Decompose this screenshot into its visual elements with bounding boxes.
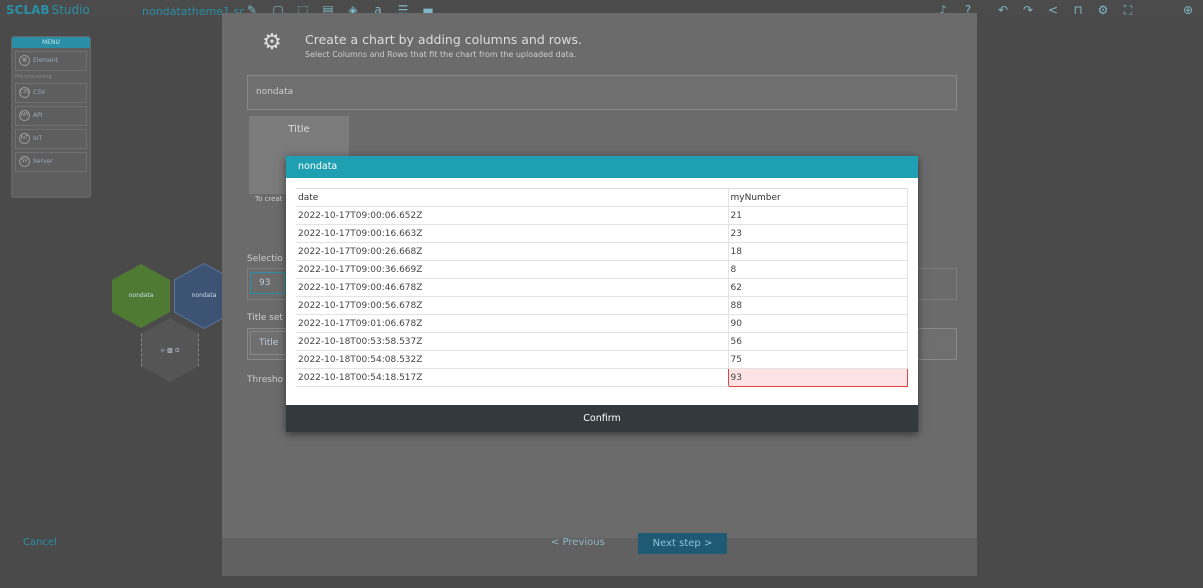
wizard-subtitle: Select Columns and Rows that fit the cha… <box>305 50 577 59</box>
side-menu: MENU ▦ Element Pre-processing CSV CSV AP… <box>11 36 91 198</box>
cell-value-selected[interactable]: 93 <box>727 368 908 387</box>
table-row[interactable]: 2022-10-17T09:00:16.663Z 23 <box>296 224 908 243</box>
cell-date[interactable]: 2022-10-17T09:00:16.663Z <box>296 224 728 243</box>
settings-icon[interactable]: ⚙ <box>1095 2 1111 18</box>
dataset-field[interactable]: nondata <box>247 75 957 110</box>
chart-node-hex[interactable]: ⊹ ▧ ⊙ <box>141 318 199 382</box>
server-icon: SV <box>19 156 30 167</box>
menu-item-api[interactable]: API API <box>15 106 87 126</box>
to-create-label: To creat <box>255 195 283 203</box>
next-step-button[interactable]: Next step > <box>638 533 727 554</box>
table-header-row: date myNumber <box>296 188 908 207</box>
cell-value[interactable]: 18 <box>727 242 908 261</box>
table-row[interactable]: 2022-10-17T09:00:06.652Z 21 <box>296 206 908 225</box>
menu-item-server[interactable]: SV Server <box>15 152 87 172</box>
table-row[interactable]: 2022-10-18T00:54:08.532Z 75 <box>296 350 908 369</box>
modal-title: nondata <box>286 156 918 178</box>
cell-date[interactable]: 2022-10-17T09:01:06.678Z <box>296 314 728 333</box>
cell-date[interactable]: 2022-10-17T09:00:46.678Z <box>296 278 728 297</box>
chart-builder-icon: ⚙ <box>262 30 282 55</box>
api-icon: API <box>19 110 30 121</box>
menu-item-element[interactable]: ▦ Element <box>15 51 87 71</box>
element-icon: ▦ <box>19 55 30 66</box>
node-label: nondata <box>128 292 154 299</box>
cancel-button[interactable]: Cancel <box>23 537 57 548</box>
preview-title: Title <box>288 124 310 135</box>
table-row[interactable]: 2022-10-18T00:53:58.537Z 56 <box>296 332 908 351</box>
selection-label: Selectio <box>247 254 283 264</box>
cell-value[interactable]: 88 <box>727 296 908 315</box>
title-setting-label: Title set <box>247 313 283 323</box>
cell-value[interactable]: 21 <box>727 206 908 225</box>
cell-date[interactable]: 2022-10-17T09:00:36.669Z <box>296 260 728 279</box>
csv-icon: CSV <box>19 87 30 98</box>
app-logo[interactable]: SCLAB Studio <box>6 3 90 17</box>
column-header-mynumber[interactable]: myNumber <box>727 188 908 207</box>
previous-button[interactable]: < Previous <box>551 537 605 548</box>
share-nodes-icon[interactable]: < <box>1045 2 1061 18</box>
threshold-label: Thresho <box>247 375 284 385</box>
menu-item-csv[interactable]: CSV CSV <box>15 83 87 103</box>
menu-item-label: Element <box>33 57 58 64</box>
table-row[interactable]: 2022-10-17T09:00:56.678Z 88 <box>296 296 908 315</box>
undo-icon[interactable]: ↶ <box>995 2 1011 18</box>
menu-item-label: API <box>33 112 43 119</box>
cell-date[interactable]: 2022-10-18T00:54:18.517Z <box>296 368 728 387</box>
logo-text: SCLAB <box>6 3 50 17</box>
data-preview-modal: nondata date myNumber 2022-10-17T09:00:0… <box>286 156 918 432</box>
data-table: date myNumber 2022-10-17T09:00:06.652Z 21… <box>296 188 908 387</box>
title-input[interactable]: Title <box>250 331 290 355</box>
chart-icon: ⊹ ▧ ⊙ <box>160 347 180 354</box>
confirm-button[interactable]: Confirm <box>286 405 918 432</box>
node-label: nondata <box>191 292 217 299</box>
redo-icon[interactable]: ↷ <box>1020 2 1036 18</box>
table-row[interactable]: 2022-10-17T09:00:46.678Z 62 <box>296 278 908 297</box>
logo-studio-text: Studio <box>51 3 90 17</box>
iot-icon: IoT <box>19 133 30 144</box>
menu-item-label: CSV <box>33 89 46 96</box>
cell-date[interactable]: 2022-10-17T09:00:06.652Z <box>296 206 728 225</box>
cell-value[interactable]: 23 <box>727 224 908 243</box>
table-row[interactable]: 2022-10-17T09:00:26.668Z 18 <box>296 242 908 261</box>
cell-date[interactable]: 2022-10-18T00:54:08.532Z <box>296 350 728 369</box>
column-header-date[interactable]: date <box>296 188 728 207</box>
add-icon[interactable]: ⊕ <box>1180 2 1196 18</box>
data-node-hex[interactable]: nondata <box>112 264 170 328</box>
cell-date[interactable]: 2022-10-17T09:00:56.678Z <box>296 296 728 315</box>
cell-value[interactable]: 75 <box>727 350 908 369</box>
wizard-title: Create a chart by adding columns and row… <box>305 32 582 47</box>
table-row[interactable]: 2022-10-17T09:00:36.669Z 8 <box>296 260 908 279</box>
menu-item-iot[interactable]: IoT IoT <box>15 129 87 149</box>
cell-value[interactable]: 90 <box>727 314 908 333</box>
table-row[interactable]: 2022-10-17T09:01:06.678Z 90 <box>296 314 908 333</box>
menu-item-label: IoT <box>33 135 43 142</box>
menu-section-label: Pre-processing <box>15 74 52 80</box>
cell-date[interactable]: 2022-10-18T00:53:58.537Z <box>296 332 728 351</box>
menu-header: MENU <box>12 37 90 48</box>
fullscreen-icon[interactable]: ⛶ <box>1120 2 1136 18</box>
menu-item-label: Server <box>33 158 53 165</box>
cell-value[interactable]: 56 <box>727 332 908 351</box>
cell-value[interactable]: 8 <box>727 260 908 279</box>
cell-date[interactable]: 2022-10-17T09:00:26.668Z <box>296 242 728 261</box>
lock-icon[interactable]: ⊓ <box>1070 2 1086 18</box>
cell-value[interactable]: 62 <box>727 278 908 297</box>
table-row[interactable]: 2022-10-18T00:54:18.517Z 93 <box>296 368 908 387</box>
